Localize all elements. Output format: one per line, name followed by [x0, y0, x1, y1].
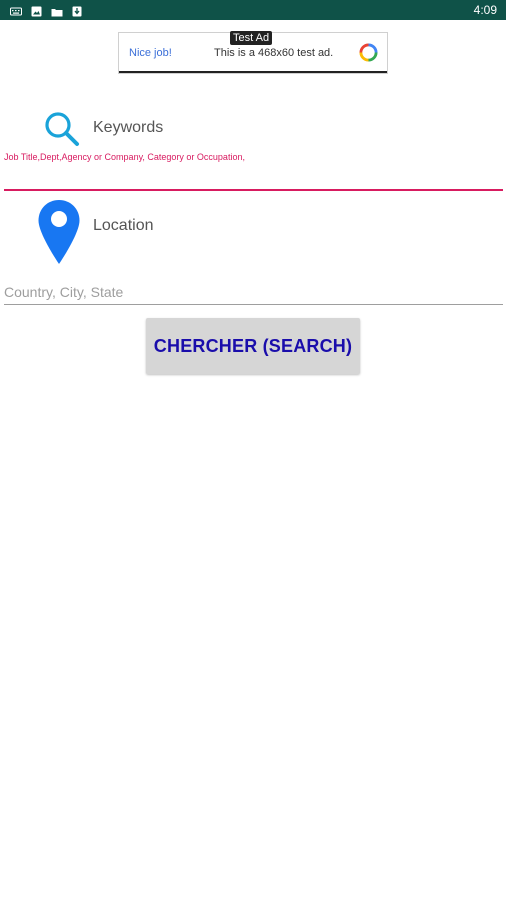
folder-icon — [51, 4, 63, 22]
keywords-label: Keywords — [93, 119, 164, 136]
location-pin-icon — [38, 200, 80, 264]
location-label: Location — [93, 217, 154, 234]
status-time: 4:09 — [473, 3, 497, 17]
status-bar: 4:09 — [0, 0, 506, 20]
ad-divider — [119, 71, 387, 73]
search-button[interactable]: CHERCHER (SEARCH) — [146, 318, 360, 374]
ad-headline[interactable]: Nice job! — [129, 47, 172, 59]
image-icon — [31, 4, 42, 22]
search-icon — [45, 112, 79, 146]
keyboard-icon — [10, 4, 22, 22]
keywords-input[interactable] — [4, 165, 503, 191]
ad-body-text[interactable]: This is a 468x60 test ad. — [214, 47, 333, 59]
location-input[interactable] — [4, 280, 503, 305]
status-icons — [10, 4, 82, 22]
ad-choices-icon[interactable] — [359, 43, 378, 62]
download-icon — [72, 4, 82, 22]
test-ad-label: Test Ad — [230, 31, 273, 45]
keywords-hint: Job Title,Dept,Agency or Company, Catego… — [4, 152, 245, 162]
ad-banner[interactable]: Test Ad Nice job! This is a 468x60 test … — [118, 31, 388, 74]
